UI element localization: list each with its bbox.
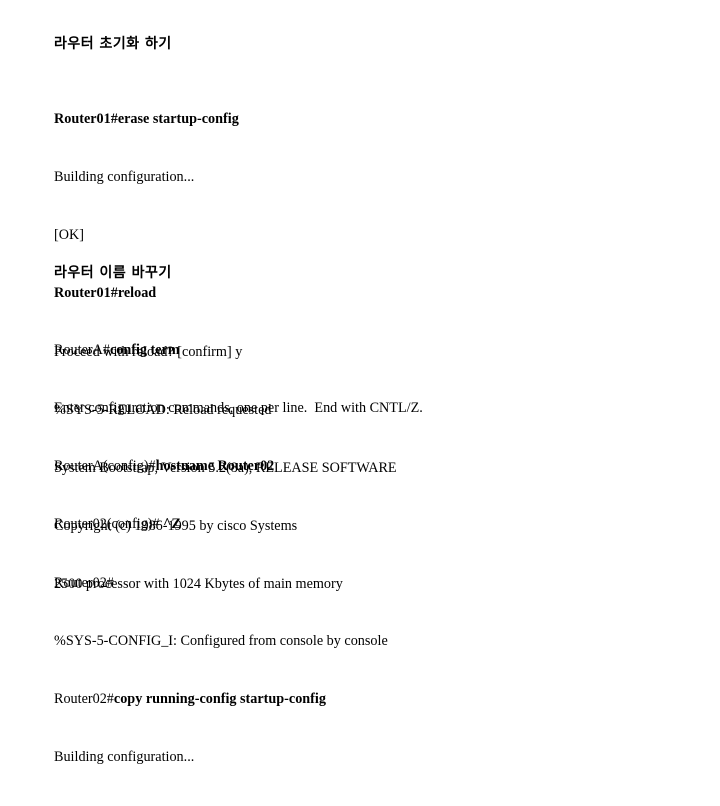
cli-line: Building configuration... <box>54 168 397 187</box>
cli-line: Router01#erase startup-config <box>54 110 397 129</box>
cli-prompt: RouterA(config)# <box>54 458 156 475</box>
cli-prompt: Router02# <box>54 574 114 591</box>
cli-line: Building configuration... <box>54 748 423 767</box>
cli-text: Building configuration... <box>54 169 195 186</box>
cli-command: ^Z <box>163 516 181 533</box>
cli-line: Router01#reload <box>54 284 397 303</box>
cli-text: Building configuration... <box>54 749 195 766</box>
section-heading-reset-router: 라우터 초기화 하기 <box>54 36 172 52</box>
cli-line: Router02# <box>54 574 423 593</box>
cli-line: [OK] <box>54 226 397 245</box>
cli-command: hostname Router02 <box>155 458 275 475</box>
cli-command: Router01#reload <box>54 285 157 302</box>
cli-line: Router02#copy running-config startup-con… <box>54 690 423 709</box>
cli-text: %SYS-5-CONFIG_I: Configured from console… <box>54 632 388 649</box>
cli-prompt: Router02# <box>54 691 114 708</box>
cli-command: config term <box>109 341 180 358</box>
cli-line: Router02(config)# ^Z <box>54 515 423 534</box>
cli-text: Enter configuration commands, one per li… <box>54 400 423 417</box>
cli-command: copy running-config startup-config <box>113 691 326 708</box>
cli-prompt: Router02(config)# <box>54 516 164 533</box>
cli-line: %SYS-5-CONFIG_I: Configured from console… <box>54 632 423 651</box>
slide: 라우터 초기화 하기 Router01#erase startup-config… <box>0 0 720 765</box>
cli-text: [OK] <box>54 227 84 244</box>
cli-output-rename-router: RouterA#config term Enter configuration … <box>54 302 423 806</box>
cli-line: RouterA#config term <box>54 341 423 360</box>
section-heading-rename-router: 라우터 이름 바꾸기 <box>54 265 172 281</box>
cli-prompt: RouterA# <box>54 341 110 358</box>
cli-command: Router01#erase startup-config <box>54 110 239 127</box>
cli-line: Enter configuration commands, one per li… <box>54 399 423 418</box>
cli-line: RouterA(config)#hostname Router02 <box>54 457 423 476</box>
